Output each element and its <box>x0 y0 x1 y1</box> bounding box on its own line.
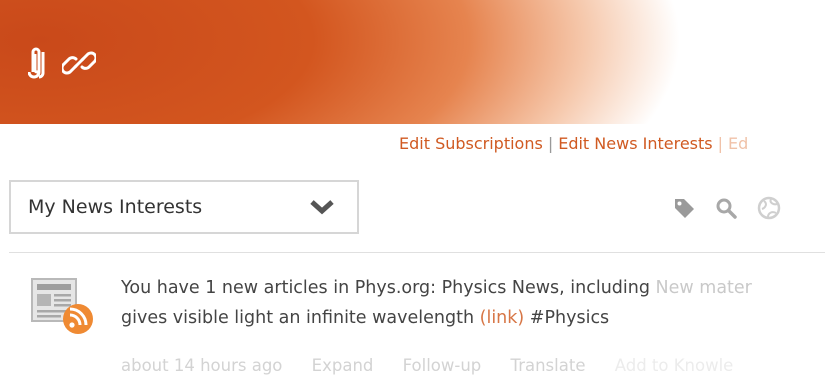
hashtag[interactable]: #Physics <box>524 308 609 328</box>
edit-subscriptions-link[interactable]: Edit Subscriptions <box>399 134 543 153</box>
follow-up-link[interactable]: Follow-up <box>403 356 482 375</box>
select-value: My News Interests <box>28 196 203 218</box>
translate-link[interactable]: Translate <box>511 356 586 375</box>
header-banner: P <box>0 0 825 124</box>
edit-link-partial[interactable]: Ed <box>728 134 748 153</box>
link-icon[interactable] <box>62 46 96 80</box>
rss-feed-icon <box>30 275 96 337</box>
separator: | <box>547 134 554 153</box>
divider <box>9 252 825 253</box>
timestamp: about 14 hours ago <box>121 356 283 375</box>
globe-icon[interactable] <box>756 195 782 225</box>
search-icon[interactable] <box>714 196 738 224</box>
banner-icon-group <box>28 46 96 80</box>
feed-item-meta: about 14 hours ago Expand Follow-up Tran… <box>121 356 733 375</box>
feed-item-line-1: You have 1 new articles in Phys.org: Phy… <box>121 278 752 298</box>
add-to-knowledge-link[interactable]: Add to Knowle <box>615 356 734 375</box>
expand-link[interactable]: Expand <box>312 356 374 375</box>
feed-item-line-2: gives visible light an infinite waveleng… <box>121 308 610 328</box>
paperclip-icon[interactable] <box>28 46 50 80</box>
feed-item-text: You have 1 new articles in Phys.org: Phy… <box>121 273 821 333</box>
separator: | <box>717 134 723 153</box>
chevron-down-icon <box>309 198 335 220</box>
tag-icon[interactable] <box>672 196 696 224</box>
news-interests-select[interactable]: My News Interests <box>9 180 359 234</box>
article-link[interactable]: (link) <box>480 308 525 328</box>
edit-news-interests-link[interactable]: Edit News Interests <box>558 134 712 153</box>
toolbar-icons <box>672 195 782 225</box>
edit-links: Edit Subscriptions | Edit News Interests | E… <box>399 134 748 153</box>
header-button[interactable]: P <box>778 31 825 79</box>
